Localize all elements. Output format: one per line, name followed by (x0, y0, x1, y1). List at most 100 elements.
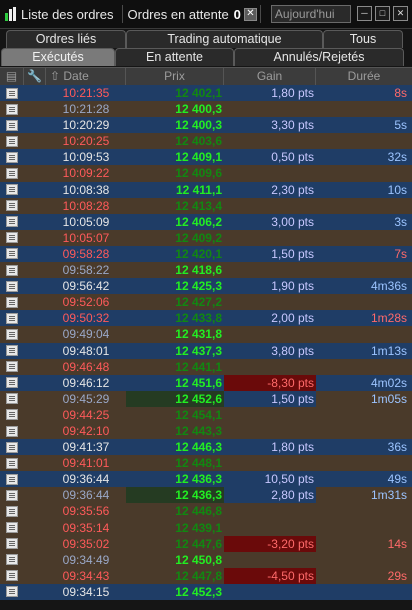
order-details-icon[interactable] (0, 359, 24, 375)
minimize-icon[interactable]: ─ (357, 6, 372, 21)
table-row[interactable]: 09:41:01 12 448,1 (0, 455, 412, 472)
order-details-icon[interactable] (0, 326, 24, 342)
table-row[interactable]: 10:09:53 12 409,1 0,50 pts 32s (0, 149, 412, 166)
table-row[interactable]: 10:08:28 12 413,4 (0, 197, 412, 214)
clear-pending-icon[interactable]: ✕ (243, 7, 257, 21)
table-row[interactable]: 09:35:14 12 439,1 (0, 519, 412, 536)
order-details-icon[interactable] (0, 214, 24, 230)
table-row[interactable]: 09:35:02 12 447,6 -3,20 pts 14s (0, 535, 412, 552)
order-details-icon[interactable] (0, 149, 24, 165)
table-row[interactable]: 10:21:35 12 402,1 1,80 pts 8s (0, 85, 412, 102)
order-time: 09:56:42 (62, 279, 110, 294)
order-details-icon[interactable] (0, 391, 24, 407)
table-row[interactable]: 09:52:06 12 427,2 (0, 294, 412, 311)
table-row[interactable]: 10:09:22 12 409,6 (0, 165, 412, 182)
order-details-icon[interactable] (0, 85, 24, 101)
wrench-icon[interactable]: 🔧 (24, 68, 46, 85)
order-details-icon[interactable] (0, 230, 24, 246)
table-row[interactable]: 10:05:07 12 409,2 (0, 229, 412, 246)
table-row[interactable]: 09:34:15 12 452,3 (0, 583, 412, 600)
table-row[interactable]: 10:21:28 12 400,3 (0, 101, 412, 118)
tab-pending[interactable]: En attente (115, 48, 234, 66)
order-duration: 3s (394, 214, 407, 229)
row-blank (24, 584, 46, 600)
order-details-icon[interactable] (0, 503, 24, 519)
order-details-icon[interactable] (0, 471, 24, 487)
order-details-icon[interactable] (0, 520, 24, 536)
column-gain-header[interactable]: Gain (224, 68, 316, 85)
order-details-icon[interactable] (0, 101, 24, 117)
close-icon[interactable]: ✕ (393, 6, 408, 21)
order-details-icon[interactable] (0, 246, 24, 262)
table-row[interactable]: 09:46:48 12 441,1 (0, 358, 412, 375)
table-row[interactable]: 09:35:56 12 446,8 (0, 503, 412, 520)
table-row[interactable]: 10:20:25 12 403,6 (0, 133, 412, 150)
order-gain: 10,50 pts (264, 472, 314, 487)
order-time: 09:34:43 (62, 568, 110, 583)
column-price-header[interactable]: Prix (126, 68, 224, 85)
tab-executed[interactable]: Exécutés (1, 48, 115, 66)
order-price: 12 441,1 (175, 359, 222, 374)
table-row[interactable]: 09:34:43 12 447,8 -4,50 pts 29s (0, 567, 412, 584)
order-details-icon[interactable] (0, 375, 24, 391)
table-row[interactable]: 09:45:29 12 452,6 1,50 pts 1m05s (0, 390, 412, 407)
order-details-icon[interactable] (0, 407, 24, 423)
table-row[interactable]: 09:42:10 12 443,3 (0, 422, 412, 440)
order-details-icon[interactable] (0, 278, 24, 294)
tab-auto-trading[interactable]: Trading automatique (126, 30, 323, 48)
order-details-icon[interactable] (0, 584, 24, 600)
table-row[interactable]: 09:49:04 12 431,8 (0, 326, 412, 343)
table-row[interactable]: 09:44:25 12 454,1 (0, 406, 412, 423)
order-price: 12 427,2 (175, 295, 222, 310)
order-gain (224, 294, 316, 310)
order-details-icon[interactable] (0, 165, 24, 181)
order-details-icon[interactable] (0, 133, 24, 149)
order-duration: 4m36s (370, 279, 407, 294)
row-blank (24, 133, 46, 149)
table-row[interactable]: 09:36:44 12 436,3 2,80 pts 1m31s (0, 487, 412, 504)
order-details-icon[interactable] (0, 198, 24, 214)
table-row[interactable]: 10:20:29 12 400,3 3,30 pts 5s (0, 117, 412, 134)
column-icon-header[interactable]: ▤ (0, 68, 24, 85)
tab-cancelled-rejected[interactable]: Annulés/Rejetés (234, 48, 404, 66)
table-row[interactable]: 09:56:42 12 425,3 1,90 pts 4m36s (0, 278, 412, 295)
table-row[interactable]: 09:34:49 12 450,8 (0, 551, 412, 568)
order-details-icon[interactable] (0, 117, 24, 133)
table-row[interactable]: 09:58:22 12 418,6 (0, 262, 412, 279)
order-details-icon[interactable] (0, 182, 24, 198)
order-gain: 3,30 pts (271, 118, 314, 133)
order-time: 10:09:22 (62, 166, 110, 181)
tab-linked-orders[interactable]: Ordres liés (6, 30, 126, 48)
table-row[interactable]: 09:48:01 12 437,3 3,80 pts 1m13s (0, 342, 412, 359)
order-details-icon[interactable] (0, 568, 24, 584)
column-date-header[interactable]: ⇧ Date (46, 68, 126, 85)
orders-window: Liste des ordres Ordres en attente 0 ✕ A… (0, 0, 412, 610)
order-details-icon[interactable] (0, 423, 24, 439)
order-details-icon[interactable] (0, 552, 24, 568)
order-details-icon[interactable] (0, 536, 24, 552)
order-duration: 14s (387, 536, 407, 551)
order-details-icon[interactable] (0, 294, 24, 310)
table-row[interactable]: 10:05:09 12 406,2 3,00 pts 3s (0, 213, 412, 230)
pending-orders-label[interactable]: Ordres en attente (128, 7, 229, 22)
table-row[interactable]: 09:41:37 12 446,3 1,80 pts 36s (0, 439, 412, 456)
column-duration-header[interactable]: Durée (316, 68, 412, 85)
table-row[interactable]: 09:36:44 12 436,3 10,50 pts 49s (0, 471, 412, 488)
table-row[interactable]: 10:08:38 12 411,1 2,30 pts 10s (0, 181, 412, 198)
order-details-icon[interactable] (0, 487, 24, 503)
maximize-icon[interactable]: □ (375, 6, 390, 21)
table-row[interactable]: 09:46:12 12 451,6 -8,30 pts 4m02s (0, 374, 412, 391)
order-gain (224, 455, 316, 471)
order-time: 09:41:01 (62, 456, 110, 471)
order-details-icon[interactable] (0, 439, 24, 455)
order-price: 12 409,1 (175, 150, 222, 165)
order-details-icon[interactable] (0, 310, 24, 326)
table-row[interactable]: 09:58:28 12 420,1 1,50 pts 7s (0, 245, 412, 263)
table-row[interactable]: 09:50:32 12 433,8 2,00 pts 1m28s (0, 310, 412, 327)
order-gain: -3,20 pts (224, 535, 316, 552)
tab-all[interactable]: Tous (323, 30, 403, 48)
order-details-icon[interactable] (0, 262, 24, 278)
order-details-icon[interactable] (0, 455, 24, 471)
date-filter-input[interactable]: Aujourd'hui (270, 5, 351, 23)
order-details-icon[interactable] (0, 343, 24, 359)
